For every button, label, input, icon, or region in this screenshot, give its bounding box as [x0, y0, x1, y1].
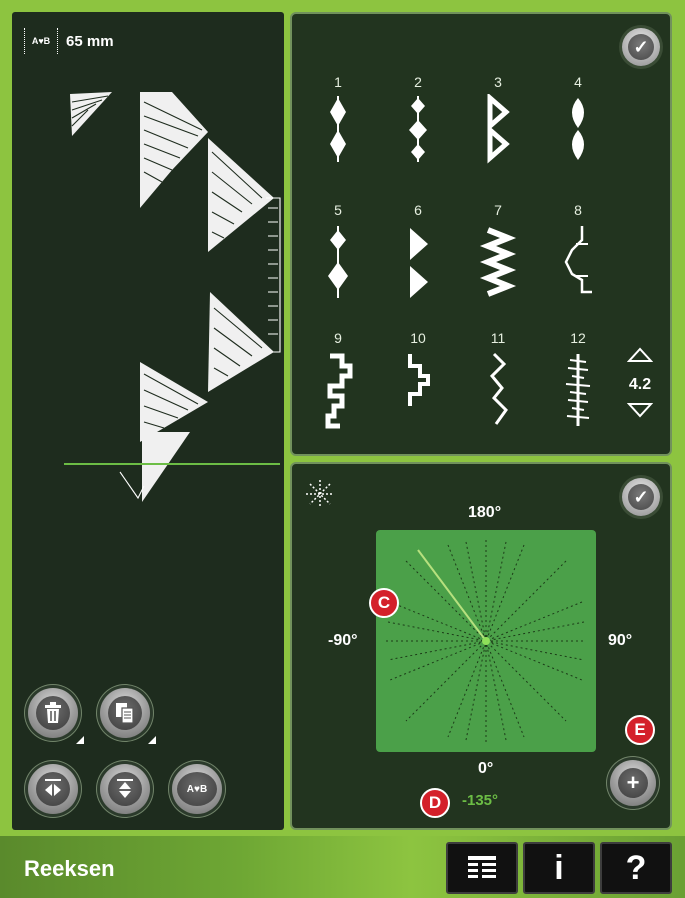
stitch-option[interactable]: 5	[308, 202, 368, 322]
stitch-option[interactable]: 1	[308, 74, 368, 194]
stitch-option[interactable]: 11	[468, 330, 528, 450]
text-editor-label: A♥B	[186, 783, 208, 795]
stitch-option[interactable]: 2	[388, 74, 448, 194]
preview-stitch-segment	[119, 432, 190, 502]
stitch-menu-page: 4.2	[628, 376, 652, 393]
stitch-glyph-icon	[572, 98, 584, 160]
stitch-glyph-icon	[330, 96, 346, 162]
angle-control-panel: ✓ 180° -90° 90° 0° -135° +	[290, 462, 672, 830]
info-button[interactable]: i	[523, 842, 595, 894]
confirm-stitch-button[interactable]: ✓	[622, 28, 660, 66]
stitch-glyph-icon	[409, 96, 427, 162]
mirror-end-to-end-button[interactable]	[100, 764, 150, 814]
checkmark-icon: ✓	[633, 486, 649, 507]
plus-icon: +	[626, 770, 640, 795]
stitch-glyph-icon	[487, 94, 510, 164]
stitch-glyph-icon	[479, 227, 517, 297]
info-icon: i	[554, 848, 564, 887]
stitch-glyph-icon	[410, 228, 428, 298]
preview-stitch-segment	[266, 197, 281, 353]
stitch-option[interactable]: 4	[548, 74, 608, 194]
marker-c: C	[369, 588, 399, 618]
confirm-angle-button[interactable]: ✓	[622, 478, 660, 516]
arrow-up-icon[interactable]	[626, 347, 654, 363]
angle-label-left: -90°	[328, 632, 358, 649]
help-button[interactable]: ?	[600, 842, 672, 894]
mode-title: Reeksen	[24, 856, 115, 881]
arrow-down-icon[interactable]	[626, 402, 654, 418]
angle-label-bottom: 0°	[478, 760, 494, 777]
stitch-selection-panel: ✓ 1 2 3 4 5 6 7 8 9 10 11 12 4.2	[290, 12, 672, 456]
copy-icon	[116, 703, 134, 724]
mirror-end-to-end-icon	[117, 779, 133, 798]
starburst-icon	[306, 480, 334, 508]
list-icon	[468, 856, 496, 878]
stitch-glyph-icon	[325, 353, 353, 429]
stitch-menu-pager: 4.2	[618, 347, 662, 423]
more-options-indicator	[148, 736, 156, 744]
delete-button[interactable]	[28, 688, 84, 744]
menu-button[interactable]	[446, 842, 518, 894]
stitch-glyph-icon	[328, 226, 348, 298]
stitch-option[interactable]: 3	[468, 74, 528, 194]
text-editor-button[interactable]: A♥B	[172, 764, 222, 814]
stitch-option[interactable]: 6	[388, 202, 448, 322]
stitch-glyph-icon	[489, 352, 508, 425]
stitch-glyph-icon	[565, 354, 591, 426]
stitch-glyph-icon	[408, 354, 430, 406]
help-icon: ?	[625, 848, 647, 887]
marker-d: D	[420, 788, 450, 818]
stitch-option[interactable]: 9	[308, 330, 368, 450]
mirror-side-to-side-icon	[45, 779, 61, 796]
angle-label-top: 180°	[468, 504, 502, 521]
more-options-indicator	[76, 736, 84, 744]
preview-stitch-segment	[140, 92, 208, 208]
preview-stitch-segment	[70, 92, 112, 136]
marker-e: E	[625, 715, 655, 745]
stitch-option[interactable]: 12	[548, 330, 608, 450]
preview-stitch-segment	[208, 138, 274, 252]
trash-icon	[45, 702, 61, 723]
angle-label-right: 90°	[608, 632, 633, 649]
angle-center-dot	[482, 637, 490, 645]
screen: A♥B 65 mm A♥B ✓ 1 2 3 4 5 6 7 8 9 10 11 …	[0, 0, 685, 898]
sequence-preview-panel[interactable]: A♥B 65 mm A♥B	[12, 12, 284, 830]
bottom-bar: Reeksen i ?	[0, 836, 685, 898]
sequence-stitch-preview	[64, 92, 281, 502]
copy-button[interactable]	[100, 688, 156, 744]
stitch-option[interactable]: 10	[388, 330, 448, 450]
checkmark-icon: ✓	[633, 36, 649, 57]
selected-angle-value: -135°	[462, 792, 499, 809]
stitch-option[interactable]: 8	[548, 202, 608, 322]
preview-stitch-segment	[140, 362, 208, 442]
mirror-side-to-side-button[interactable]	[28, 764, 78, 814]
stitch-option[interactable]: 7	[468, 202, 528, 322]
angle-rays	[386, 540, 586, 742]
preview-stitch-segment	[208, 292, 274, 392]
add-stitch-button[interactable]: +	[610, 760, 656, 806]
stitch-glyph-icon	[564, 226, 592, 294]
angle-selector-area[interactable]	[376, 530, 596, 752]
